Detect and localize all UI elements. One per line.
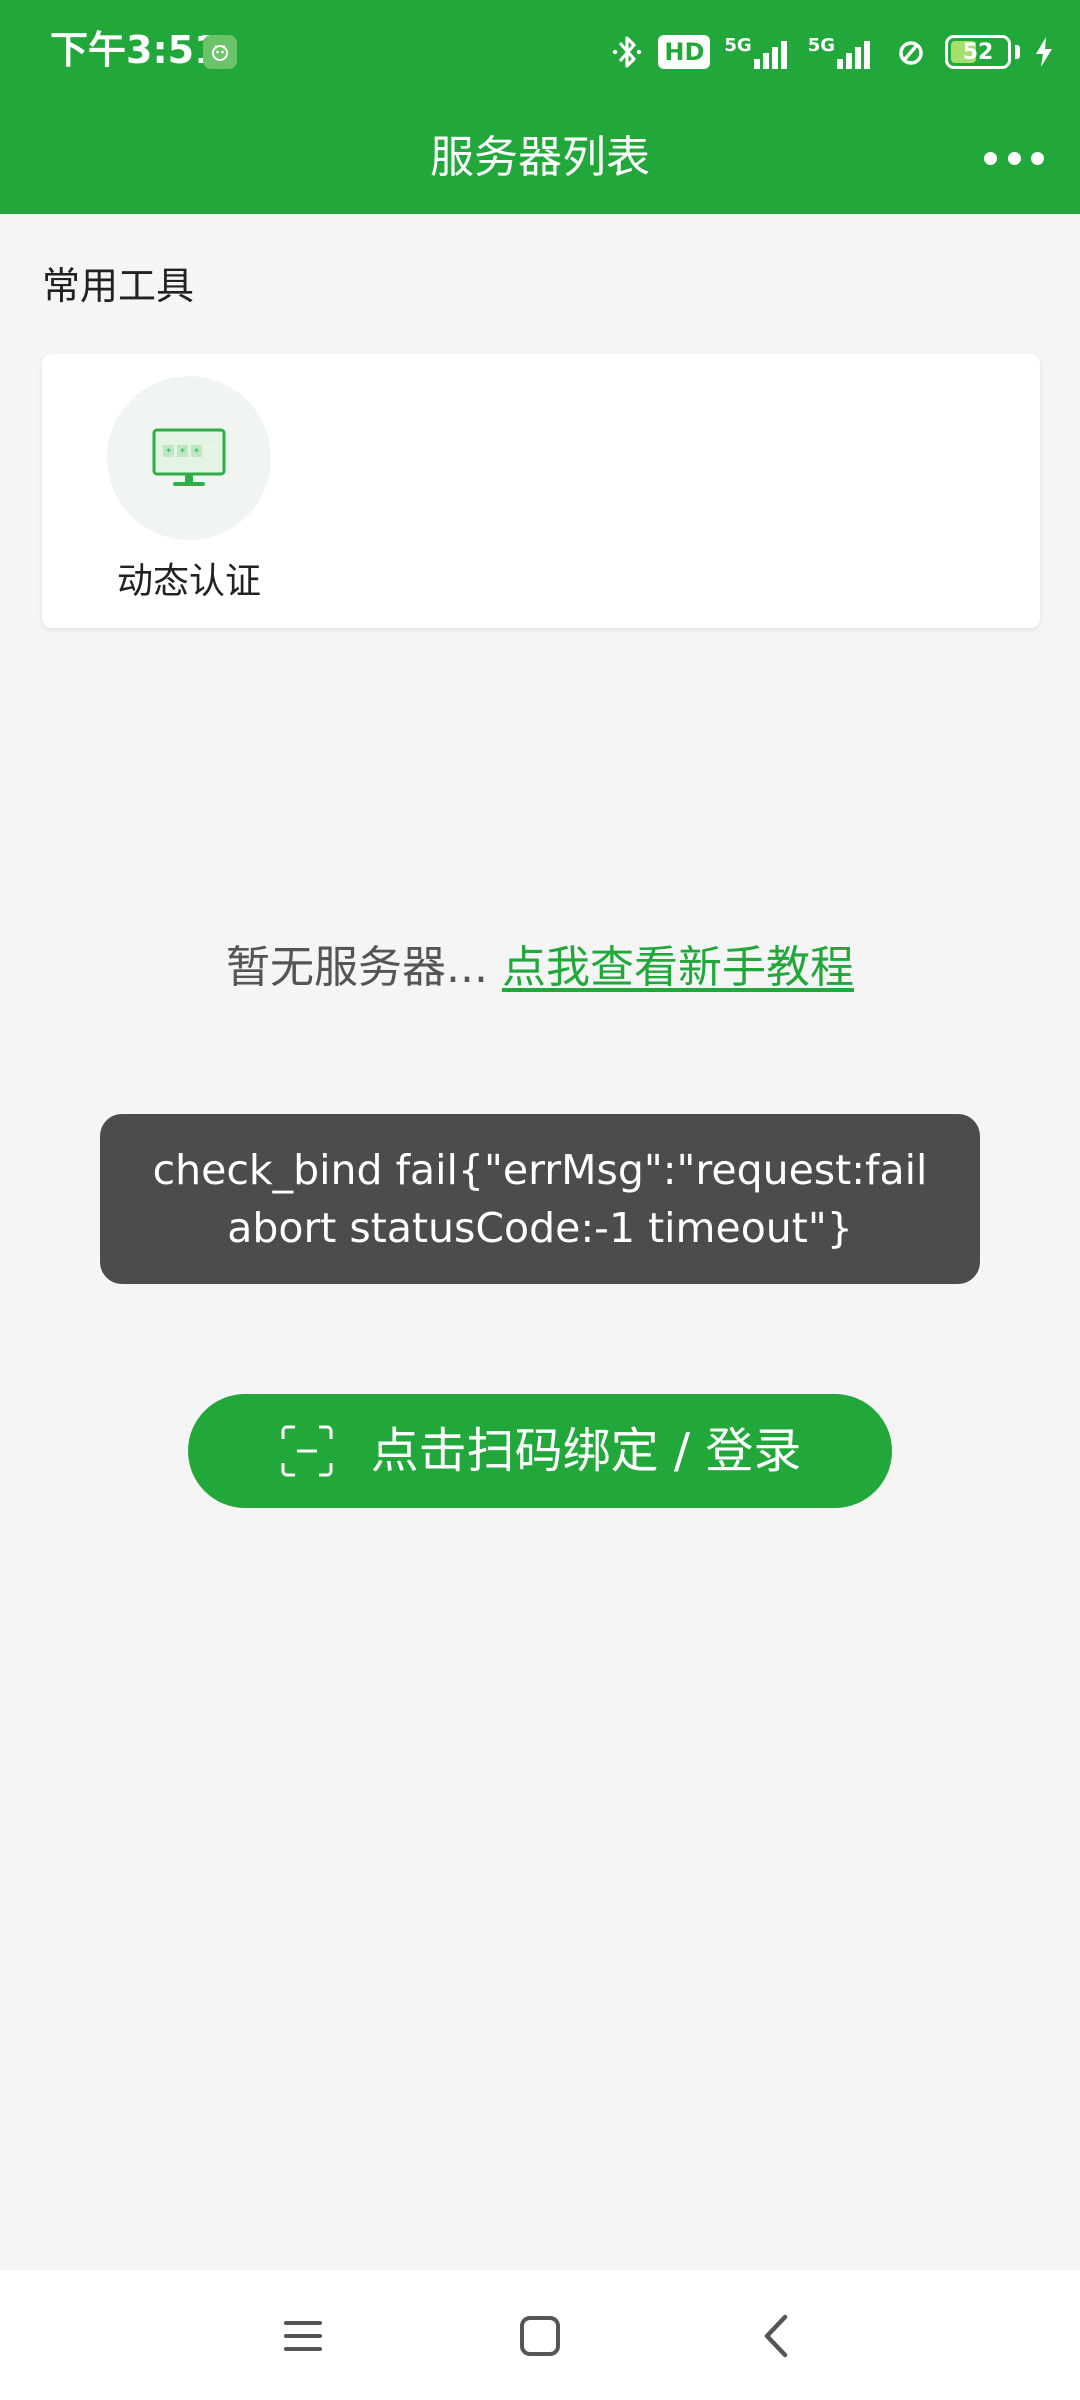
more-dot-icon <box>1031 151 1044 165</box>
svg-text:*: * <box>166 447 171 458</box>
link-icon <box>891 35 931 69</box>
scan-button-label: 点击扫码绑定 / 登录 <box>370 1423 802 1479</box>
empty-state: 暂无服务器... 点我查看新手教程 <box>0 938 1080 998</box>
tools-card: * * * 动态认证 <box>42 354 1040 628</box>
system-navigation-bar <box>0 2270 1080 2400</box>
charging-icon <box>1034 35 1054 69</box>
svg-text:*: * <box>180 447 185 458</box>
section-title-tools: 常用工具 <box>42 264 195 308</box>
network-type-2: 5G <box>807 35 835 56</box>
tool-item-dynamic-auth[interactable]: * * * 动态认证 <box>104 376 274 604</box>
signal-icon-1: 5G <box>724 35 793 69</box>
more-dot-icon <box>1007 151 1021 165</box>
error-toast: check_bind fail{"errMsg":"request:fail a… <box>100 1114 980 1284</box>
menu-icon <box>284 2321 322 2351</box>
back-chevron-icon <box>764 2314 788 2358</box>
empty-state-text: 暂无服务器... <box>226 942 488 993</box>
status-icons: HD 5G 5G 52 <box>610 28 1054 76</box>
hd-voice-badge: HD <box>658 35 711 69</box>
battery-tip <box>1015 45 1020 59</box>
battery-percent: 52 <box>962 39 994 65</box>
bluetooth-icon <box>610 32 644 72</box>
signal-icon-2: 5G <box>808 35 877 69</box>
status-time: 下午3:51 <box>50 28 221 72</box>
back-button[interactable] <box>745 2306 805 2366</box>
scan-bind-login-button[interactable]: 点击扫码绑定 / 登录 <box>188 1394 892 1508</box>
tutorial-link[interactable]: 点我查看新手教程 <box>502 942 854 993</box>
more-menu-button[interactable] <box>976 136 1052 180</box>
tool-label: 动态认证 <box>116 561 261 602</box>
tool-icon-circle: * * * <box>107 376 271 540</box>
scan-icon <box>281 1425 333 1477</box>
status-bar: 下午3:51 HD 5G 5G 52 <box>0 0 1080 100</box>
page-title: 服务器列表 <box>430 132 650 183</box>
nav-bar: 服务器列表 <box>0 100 1080 214</box>
home-square-icon <box>520 2316 560 2356</box>
header: 下午3:51 HD 5G 5G 52 服务器列表 <box>0 0 1080 214</box>
battery-indicator: 52 <box>945 35 1011 69</box>
network-type-1: 5G <box>724 35 752 56</box>
monitor-password-icon: * * * <box>152 428 226 486</box>
app-root: 下午3:51 HD 5G 5G 52 服务器列表 常用工具 * * * 动态认证… <box>0 0 1080 2400</box>
toast-message: check_bind fail{"errMsg":"request:fail a… <box>152 1146 928 1252</box>
home-button[interactable] <box>510 2306 570 2366</box>
more-dot-icon <box>984 151 997 165</box>
app-notification-icon <box>203 35 237 69</box>
recent-apps-button[interactable] <box>273 2306 333 2366</box>
svg-text:*: * <box>194 447 199 458</box>
